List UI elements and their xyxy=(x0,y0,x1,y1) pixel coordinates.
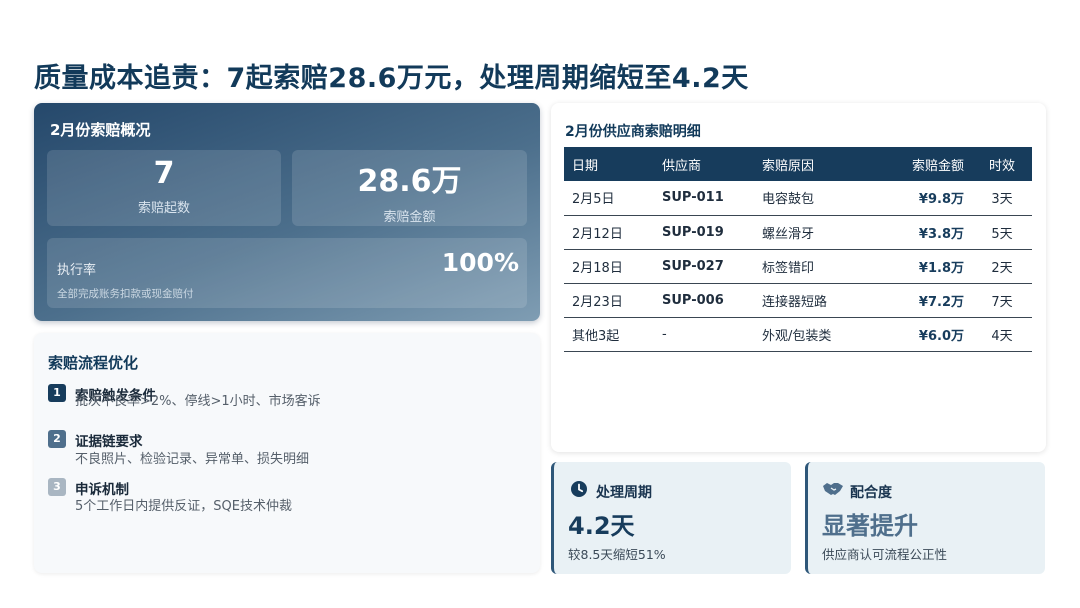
claim-detail-table: 日期 供应商 索赔原因 索赔金额 时效 2月5日 SUP-011 电容鼓包 ¥9… xyxy=(564,147,1032,352)
step-2-title: 证据链要求 xyxy=(75,434,143,450)
cell-supplier: - xyxy=(654,317,754,352)
cooperation-label: 配合度 xyxy=(850,485,892,501)
cell-date: 其他3起 xyxy=(564,317,654,352)
cell-reason: 电容鼓包 xyxy=(754,181,884,216)
cell-supplier: SUP-019 xyxy=(654,215,754,250)
table-row: 2月23日 SUP-006 连接器短路 ¥7.2万 7天 xyxy=(564,283,1032,318)
cell-reason: 连接器短路 xyxy=(754,283,884,318)
claim-detail-card: 2月份供应商索赔明细 日期 供应商 索赔原因 索赔金额 时效 2月5日 SUP-… xyxy=(551,103,1046,452)
clock-icon xyxy=(571,481,587,497)
process-title: 索赔流程优化 xyxy=(48,354,139,372)
table-row: 2月5日 SUP-011 电容鼓包 ¥9.8万 3天 xyxy=(564,181,1032,216)
table-row: 2月18日 SUP-027 标签错印 ¥1.8万 2天 xyxy=(564,249,1032,284)
claim-count-label: 索赔起数 xyxy=(137,201,190,216)
cell-date: 2月5日 xyxy=(564,181,654,216)
col-header-time: 时效 xyxy=(972,147,1032,181)
cell-supplier: SUP-011 xyxy=(654,181,754,216)
cell-amount: ¥6.0万 xyxy=(884,317,972,352)
cell-date: 2月12日 xyxy=(564,215,654,250)
cooperation-subtext: 供应商认可流程公正性 xyxy=(822,547,948,562)
table-header-row: 日期 供应商 索赔原因 索赔金额 时效 xyxy=(564,147,1032,181)
col-header-date: 日期 xyxy=(564,147,654,181)
claim-amount-value: 28.6万 xyxy=(357,164,462,199)
cell-amount: ¥3.8万 xyxy=(884,215,972,250)
step-3-number: 3 xyxy=(48,478,66,496)
cell-amount: ¥9.8万 xyxy=(884,181,972,216)
table-row: 其他3起 - 外观/包装类 ¥6.0万 4天 xyxy=(564,317,1032,352)
cell-time: 2天 xyxy=(972,249,1032,284)
cell-time: 5天 xyxy=(972,215,1032,250)
step-2-number: 2 xyxy=(48,430,66,448)
handshake-icon xyxy=(823,483,843,495)
execution-rate-value: 100% xyxy=(441,248,519,277)
cell-date: 2月18日 xyxy=(564,249,654,284)
step-2-desc: 不良照片、检验记录、异常单、损失明细 xyxy=(75,452,310,467)
cell-date: 2月23日 xyxy=(564,283,654,318)
process-card: 索赔流程优化 1 索赔触发条件 批次不良率>2%、停线>1小时、市场客诉 2 证… xyxy=(34,333,540,573)
execution-rate-label: 执行率 xyxy=(57,263,97,278)
col-header-amount: 索赔金额 xyxy=(884,147,972,181)
cell-amount: ¥1.8万 xyxy=(884,249,972,284)
claim-count-value: 7 xyxy=(153,156,175,191)
cell-reason: 外观/包装类 xyxy=(754,317,884,352)
step-1-number: 1 xyxy=(48,384,66,402)
step-3-desc: 5个工作日内提供反证，SQE技术仲裁 xyxy=(75,499,292,514)
cell-reason: 螺丝滑牙 xyxy=(754,215,884,250)
table-row: 2月12日 SUP-019 螺丝滑牙 ¥3.8万 5天 xyxy=(564,215,1032,250)
cell-amount: ¥7.2万 xyxy=(884,283,972,318)
execution-rate-box: 执行率 全部完成账务扣款或现金赔付 100% xyxy=(47,238,527,308)
cell-time: 3天 xyxy=(972,181,1032,216)
processing-cycle-value: 4.2天 xyxy=(568,512,635,540)
cooperation-card: 配合度 显著提升 供应商认可流程公正性 xyxy=(805,462,1045,574)
cell-reason: 标签错印 xyxy=(754,249,884,284)
claim-amount-stat: 28.6万 索赔金额 xyxy=(292,150,527,226)
page-title: 质量成本追责：7起索赔28.6万元，处理周期缩短至4.2天 xyxy=(34,63,749,94)
cell-supplier: SUP-006 xyxy=(654,283,754,318)
col-header-supplier: 供应商 xyxy=(654,147,754,181)
processing-cycle-subtext: 较8.5天缩短51% xyxy=(568,547,666,562)
step-3-title: 申诉机制 xyxy=(75,482,129,498)
overview-card: 2月份索赔概况 7 索赔起数 28.6万 索赔金额 执行率 全部完成账务扣款或现… xyxy=(34,103,540,321)
cell-supplier: SUP-027 xyxy=(654,249,754,284)
col-header-reason: 索赔原因 xyxy=(754,147,884,181)
claim-amount-label: 索赔金额 xyxy=(383,210,436,225)
claim-count-stat: 7 索赔起数 xyxy=(47,150,281,226)
cell-time: 4天 xyxy=(972,317,1032,352)
step-1-desc: 批次不良率>2%、停线>1小时、市场客诉 xyxy=(75,394,321,409)
cell-time: 7天 xyxy=(972,283,1032,318)
processing-cycle-card: 处理周期 4.2天 较8.5天缩短51% xyxy=(551,462,791,574)
execution-rate-subtext: 全部完成账务扣款或现金赔付 xyxy=(57,288,194,300)
cooperation-value: 显著提升 xyxy=(822,512,918,540)
overview-title: 2月份索赔概况 xyxy=(50,121,151,139)
processing-cycle-label: 处理周期 xyxy=(596,485,652,501)
claim-detail-title: 2月份供应商索赔明细 xyxy=(565,124,701,140)
